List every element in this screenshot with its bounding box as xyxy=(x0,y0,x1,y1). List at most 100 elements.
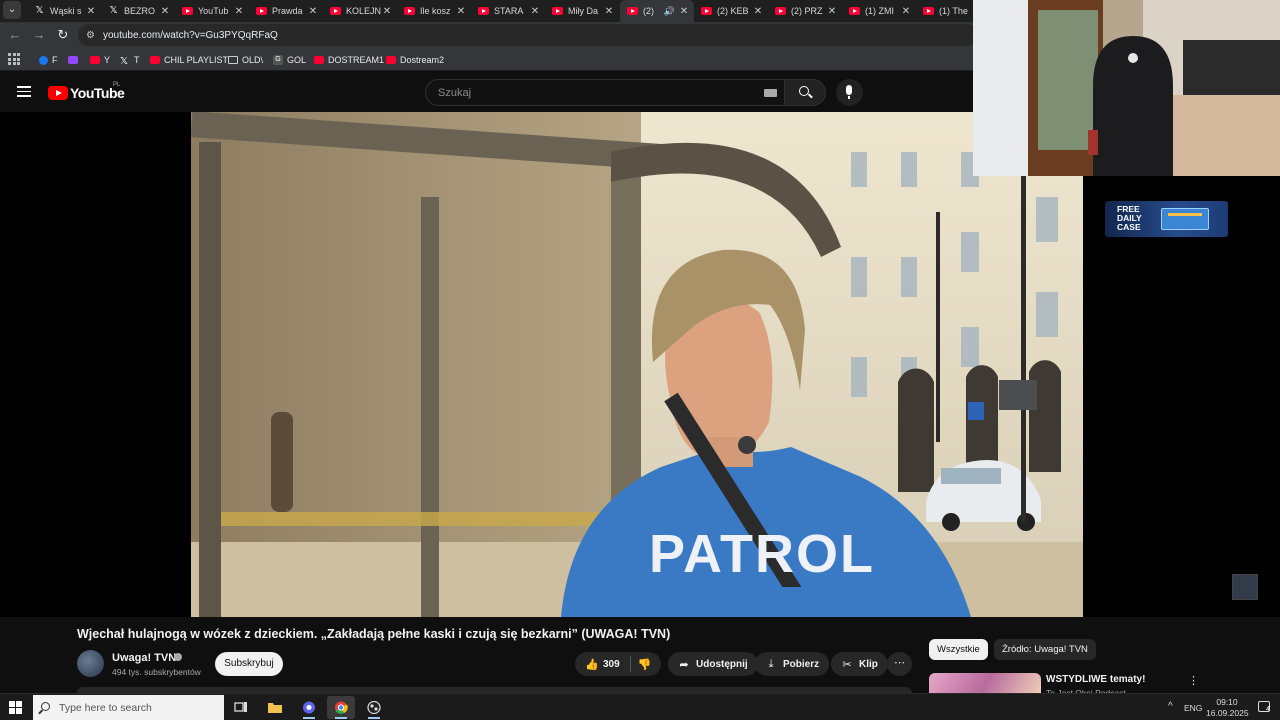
youtube-icon xyxy=(849,7,860,15)
overlay-thumbnail[interactable] xyxy=(1232,574,1258,600)
bookmark-item[interactable]: 𝕏 T xyxy=(120,53,140,67)
youtube-icon xyxy=(404,7,415,15)
thumbs-down-icon[interactable]: 👎 xyxy=(638,658,652,671)
close-icon[interactable]: ✕ xyxy=(603,6,615,17)
hamburger-menu-icon[interactable] xyxy=(17,86,31,97)
search-box[interactable] xyxy=(425,79,785,106)
youtube-icon xyxy=(775,7,786,15)
bookmark-item[interactable] xyxy=(68,53,82,67)
browser-tab-active[interactable]: (2) 🔊 ✕ xyxy=(620,0,694,22)
taskbar-search-box[interactable]: Type here to search xyxy=(33,695,224,720)
bookmark-folder[interactable]: OLD\ xyxy=(228,53,263,67)
search-icon xyxy=(799,86,809,96)
browser-tab[interactable]: (2) PRZ ✕ xyxy=(768,0,842,22)
thumbs-up-icon[interactable]: 👍 xyxy=(585,658,599,671)
bookmark-item[interactable]: CHIL PLAYLIST xyxy=(150,53,228,67)
site-info-icon[interactable]: ⚙ xyxy=(86,30,95,41)
download-button[interactable]: ⤓ Pobierz xyxy=(755,652,830,676)
close-icon[interactable]: ✕ xyxy=(381,6,393,17)
apps-grid-icon[interactable] xyxy=(8,53,20,65)
browser-tab-title: (2) PRZ xyxy=(791,6,823,16)
x-icon: 𝕏 xyxy=(109,5,118,16)
tray-chevron-up-icon[interactable]: ^ xyxy=(1168,701,1173,712)
file-explorer-button[interactable] xyxy=(261,696,289,719)
close-icon[interactable]: ✕ xyxy=(233,6,245,17)
more-actions-button[interactable]: ⋯ xyxy=(887,652,912,676)
voice-search-button[interactable] xyxy=(836,79,863,106)
close-icon[interactable]: ✕ xyxy=(900,6,912,17)
reload-icon[interactable]: ↻ xyxy=(54,26,72,44)
browser-tab[interactable]: 𝕏 BEZRO ✕ xyxy=(101,0,175,22)
download-label: Pobierz xyxy=(783,658,820,670)
browser-tab[interactable]: YouTub ✕ xyxy=(175,0,249,22)
close-icon[interactable]: ✕ xyxy=(159,6,171,17)
like-dislike-group: 👍 309 👎 xyxy=(575,652,661,676)
case-icon xyxy=(1161,208,1209,230)
channel-avatar[interactable] xyxy=(77,650,104,677)
share-label: Udostępnij xyxy=(696,658,748,670)
obs-button[interactable] xyxy=(360,696,388,719)
input-language[interactable]: ENG xyxy=(1184,703,1202,713)
youtube-icon xyxy=(627,7,638,15)
filter-chip-source[interactable]: Źródło: Uwaga! TVN xyxy=(994,639,1096,660)
like-count[interactable]: 309 xyxy=(603,659,620,670)
browser-tab[interactable]: STARA ✕ xyxy=(471,0,545,22)
task-view-icon xyxy=(234,702,247,712)
chrome-button[interactable] xyxy=(327,696,355,719)
close-icon[interactable]: ✕ xyxy=(455,6,467,17)
x-icon: 𝕏 xyxy=(120,56,129,67)
browser-tab[interactable]: Miły Da ✕ xyxy=(545,0,619,22)
browser-tab[interactable]: (1) ZMI ✕ xyxy=(842,0,916,22)
recommended-title[interactable]: WSTYDLIWE tematy! xyxy=(1046,674,1145,685)
clock-time: 09:10 xyxy=(1216,697,1238,707)
browser-tab[interactable]: Prawda ✕ xyxy=(249,0,323,22)
browser-tab-title: YouTub xyxy=(198,6,229,16)
browser-tab-title: BEZRO xyxy=(124,6,156,16)
speaker-icon[interactable]: 🔊 xyxy=(664,6,675,17)
subscribe-button[interactable]: Subskrybuj xyxy=(215,652,283,676)
bookmark-item[interactable]: Y xyxy=(90,53,110,67)
share-button[interactable]: ➦ Udostępnij xyxy=(668,652,758,676)
forward-arrow-icon[interactable]: → xyxy=(30,26,48,44)
chat-app-button[interactable] xyxy=(295,696,323,719)
browser-tab[interactable]: KOLEJN ✕ xyxy=(323,0,397,22)
close-icon[interactable]: ✕ xyxy=(678,6,690,17)
search-button[interactable] xyxy=(784,79,826,106)
video-player[interactable]: PATROL FREE DAILY CASE xyxy=(0,112,1280,617)
g-icon: G xyxy=(273,55,283,65)
close-icon[interactable]: ✕ xyxy=(85,6,97,17)
browser-tab[interactable]: (2) KEB ✕ xyxy=(694,0,768,22)
close-icon[interactable]: ✕ xyxy=(529,6,541,17)
clock[interactable]: 09:10 16.09.2025 xyxy=(1206,697,1249,719)
channel-name[interactable]: Uwaga! TVN xyxy=(112,652,176,664)
task-view-button[interactable] xyxy=(227,696,255,719)
close-icon[interactable]: ✕ xyxy=(752,6,764,17)
browser-tab-title: (1) ZMI xyxy=(865,6,894,16)
free-daily-case-banner[interactable]: FREE DAILY CASE xyxy=(1105,201,1228,237)
youtube-icon xyxy=(386,56,396,64)
search-input[interactable] xyxy=(436,86,736,100)
bookmark-item[interactable]: F xyxy=(39,53,58,67)
url-text: youtube.com/watch?v=Gu3PYQqRFaQ xyxy=(102,29,278,41)
clip-button[interactable]: ✂ Klip xyxy=(831,652,888,676)
bookmark-item[interactable]: DOSTREAM1 xyxy=(314,53,384,67)
windows-taskbar: Type here to search ^ ENG 09:10 16.09.20… xyxy=(0,693,1280,720)
browser-tab[interactable]: Ile kosz ✕ xyxy=(397,0,471,22)
close-icon[interactable]: ✕ xyxy=(826,6,838,17)
youtube-icon xyxy=(923,7,934,15)
filter-chip-all[interactable]: Wszystkie xyxy=(929,639,988,660)
windows-start-icon[interactable] xyxy=(9,701,22,714)
back-arrow-icon[interactable]: ← xyxy=(6,26,24,44)
browser-tab[interactable]: (1) The xyxy=(916,0,974,22)
video-frame[interactable]: PATROL xyxy=(191,112,1083,617)
browser-tab[interactable]: 𝕏 Wąski s ✕ xyxy=(27,0,101,22)
url-field[interactable]: ⚙ youtube.com/watch?v=Gu3PYQqRFaQ xyxy=(78,24,978,46)
search-icon xyxy=(41,702,50,711)
youtube-icon xyxy=(552,7,563,15)
kebab-menu-icon[interactable]: ⋮ xyxy=(1188,674,1199,687)
close-icon[interactable]: ✕ xyxy=(307,6,319,17)
keyboard-icon[interactable] xyxy=(764,89,777,97)
tab-search-icon[interactable]: ⌄ xyxy=(3,1,21,19)
bookmark-item[interactable]: G GOL xyxy=(273,53,306,67)
bookmark-item[interactable]: Dostream2 xyxy=(386,53,444,67)
